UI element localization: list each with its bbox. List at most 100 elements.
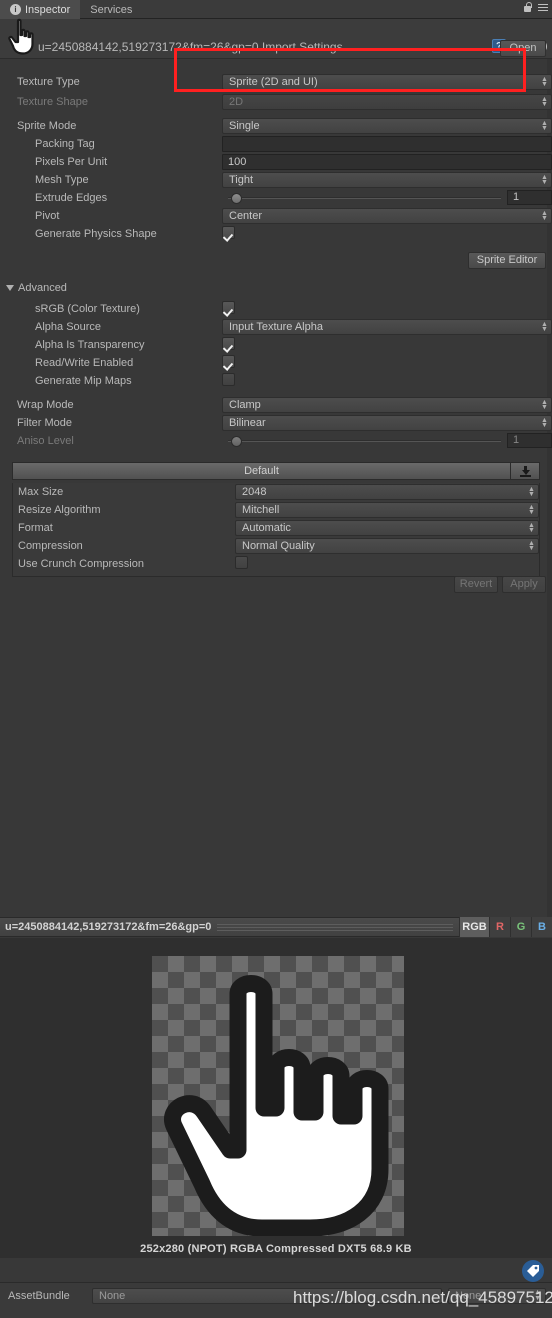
pivot-dropdown[interactable]: Center ▲ ▼ [222, 208, 552, 224]
open-button[interactable]: Open [500, 40, 546, 57]
pointing-hand-cursor-image [164, 975, 389, 1237]
platform-tab-default[interactable]: Default [12, 462, 511, 480]
slider-handle[interactable] [231, 192, 242, 204]
row-generate-physics-shape: Generate Physics Shape [0, 225, 552, 243]
sprite-editor-button[interactable]: Sprite Editor [468, 252, 546, 269]
channel-b-button[interactable]: B [531, 917, 552, 937]
preview-panel: 252x280 (NPOT) RGBA Compressed DXT5 68.9… [0, 938, 552, 1282]
wrap-mode-dropdown[interactable]: Clamp ▲ ▼ [222, 397, 552, 413]
preview-header-bar: u=2450884142,519273172&fm=26&gp=0 RGB R … [0, 917, 552, 937]
row-extrude-edges: Extrude Edges 1 [0, 189, 552, 207]
filter-mode-dropdown[interactable]: Bilinear ▲ ▼ [222, 415, 552, 431]
sprite-editor-row: Sprite Editor [0, 252, 552, 269]
tab-services-label: Services [90, 3, 133, 16]
advanced-foldout[interactable]: Advanced [0, 279, 552, 297]
advanced-label: Advanced [18, 282, 67, 294]
tabbar-controls [523, 2, 548, 13]
label-generate-physics-shape: Generate Physics Shape [35, 228, 157, 240]
chevron-down-icon [6, 285, 14, 291]
generate-mip-maps-checkbox[interactable] [222, 373, 235, 386]
row-mesh-type: Mesh Type Tight ▲ ▼ [0, 171, 552, 189]
label-packing-tag: Packing Tag [35, 138, 95, 150]
sprite-mode-dropdown[interactable]: Single ▲ ▼ [222, 118, 552, 134]
label-alpha-source: Alpha Source [35, 321, 102, 333]
pixels-per-unit-input[interactable]: 100 [222, 154, 552, 170]
label-tag-icon[interactable] [522, 1260, 544, 1282]
row-format: Format Automatic ▲ ▼ [13, 519, 539, 537]
label-extrude-edges: Extrude Edges [35, 192, 108, 204]
extrude-edges-value[interactable]: 1 [507, 190, 552, 205]
chevron-updown-icon: ▲ ▼ [541, 417, 548, 429]
label-srgb: sRGB (Color Texture) [35, 303, 140, 315]
lock-icon[interactable] [523, 2, 532, 13]
label-filter-mode: Filter Mode [17, 417, 73, 429]
platform-tabbar: Default [12, 462, 540, 480]
slider-handle[interactable] [231, 435, 242, 447]
label-texture-shape: Texture Shape [17, 96, 88, 108]
label-generate-mip-maps: Generate Mip Maps [35, 375, 132, 387]
chevron-updown-icon: ▲ ▼ [541, 399, 548, 411]
channel-r-button[interactable]: R [489, 917, 510, 937]
revert-button[interactable]: Revert [454, 576, 498, 593]
channel-rgb-button[interactable]: RGB [459, 917, 489, 937]
row-pixels-per-unit: Pixels Per Unit 100 [0, 153, 552, 171]
aniso-level-value[interactable]: 1 [507, 433, 552, 448]
texture-shape-dropdown[interactable]: 2D ▲ ▼ [222, 94, 552, 110]
apply-button[interactable]: Apply [502, 576, 546, 593]
mesh-type-dropdown[interactable]: Tight ▲ ▼ [222, 172, 552, 188]
slider-track [228, 439, 501, 442]
srgb-checkbox[interactable] [222, 301, 235, 314]
texture-type-value: Sprite (2D and UI) [229, 76, 318, 88]
format-value: Automatic [242, 522, 291, 534]
label-texture-type: Texture Type [17, 76, 80, 88]
resize-algorithm-dropdown[interactable]: Mitchell ▲ ▼ [235, 502, 539, 518]
sprite-mode-value: Single [229, 120, 260, 132]
row-texture-shape: Texture Shape 2D ▲ ▼ [0, 93, 552, 111]
download-icon [520, 466, 531, 478]
tab-inspector[interactable]: i Inspector [0, 0, 81, 19]
compression-dropdown[interactable]: Normal Quality ▲ ▼ [235, 538, 539, 554]
read-write-enabled-checkbox[interactable] [222, 355, 235, 368]
max-size-value: 2048 [242, 486, 267, 498]
platform-import-button[interactable] [511, 462, 540, 480]
label-compression: Compression [18, 540, 83, 552]
packing-tag-input[interactable] [222, 136, 552, 152]
label-wrap-mode: Wrap Mode [17, 399, 74, 411]
row-alpha-source: Alpha Source Input Texture Alpha ▲ ▼ [0, 318, 552, 336]
unity-inspector-window: i Inspector Services u=2450884142,519273… [0, 0, 552, 1318]
row-use-crunch-compression: Use Crunch Compression [13, 555, 539, 573]
alpha-source-dropdown[interactable]: Input Texture Alpha ▲ ▼ [222, 319, 552, 335]
label-aniso-level: Aniso Level [17, 435, 74, 447]
filter-mode-value: Bilinear [229, 417, 266, 429]
texture-type-dropdown[interactable]: Sprite (2D and UI) ▲ ▼ [222, 74, 552, 90]
window-tabbar: i Inspector Services [0, 0, 552, 19]
format-dropdown[interactable]: Automatic ▲ ▼ [235, 520, 539, 536]
label-pivot: Pivot [35, 210, 60, 222]
aniso-level-slider[interactable] [222, 434, 503, 448]
resize-algorithm-value: Mitchell [242, 504, 280, 516]
texture-shape-value: 2D [229, 96, 244, 108]
max-size-dropdown[interactable]: 2048 ▲ ▼ [235, 484, 539, 500]
watermark-url: https://blog.csdn.net/qq_45897512 [293, 1288, 552, 1307]
channel-g-button[interactable]: G [510, 917, 531, 937]
extrude-edges-slider[interactable] [222, 191, 503, 205]
asset-header: u=2450884142,519273172&fm=26&gp=0 Import… [0, 19, 552, 59]
hamburger-menu-icon[interactable] [538, 3, 548, 12]
apply-revert-row: Revert Apply [454, 576, 546, 593]
label-alpha-is-transparency: Alpha Is Transparency [35, 339, 145, 351]
chevron-updown-icon: ▲ ▼ [528, 540, 535, 552]
generate-physics-shape-checkbox[interactable] [222, 226, 235, 239]
row-texture-type: Texture Type Sprite (2D and UI) ▲ ▼ [0, 73, 552, 91]
label-sprite-mode: Sprite Mode [17, 120, 77, 132]
alpha-is-transparency-checkbox[interactable] [222, 337, 235, 350]
chevron-updown-icon: ▲ ▼ [541, 96, 548, 108]
preview-drag-grip[interactable] [217, 923, 453, 931]
compression-value: Normal Quality [242, 540, 315, 552]
row-resize-algorithm: Resize Algorithm Mitchell ▲ ▼ [13, 501, 539, 519]
tab-services[interactable]: Services [80, 0, 142, 19]
alpha-source-value: Input Texture Alpha [229, 321, 323, 333]
tab-inspector-label: Inspector [25, 3, 71, 16]
channel-toggle-group: RGB R G B [459, 917, 552, 937]
mouse-cursor-icon [8, 18, 34, 55]
use-crunch-compression-checkbox[interactable] [235, 556, 248, 569]
